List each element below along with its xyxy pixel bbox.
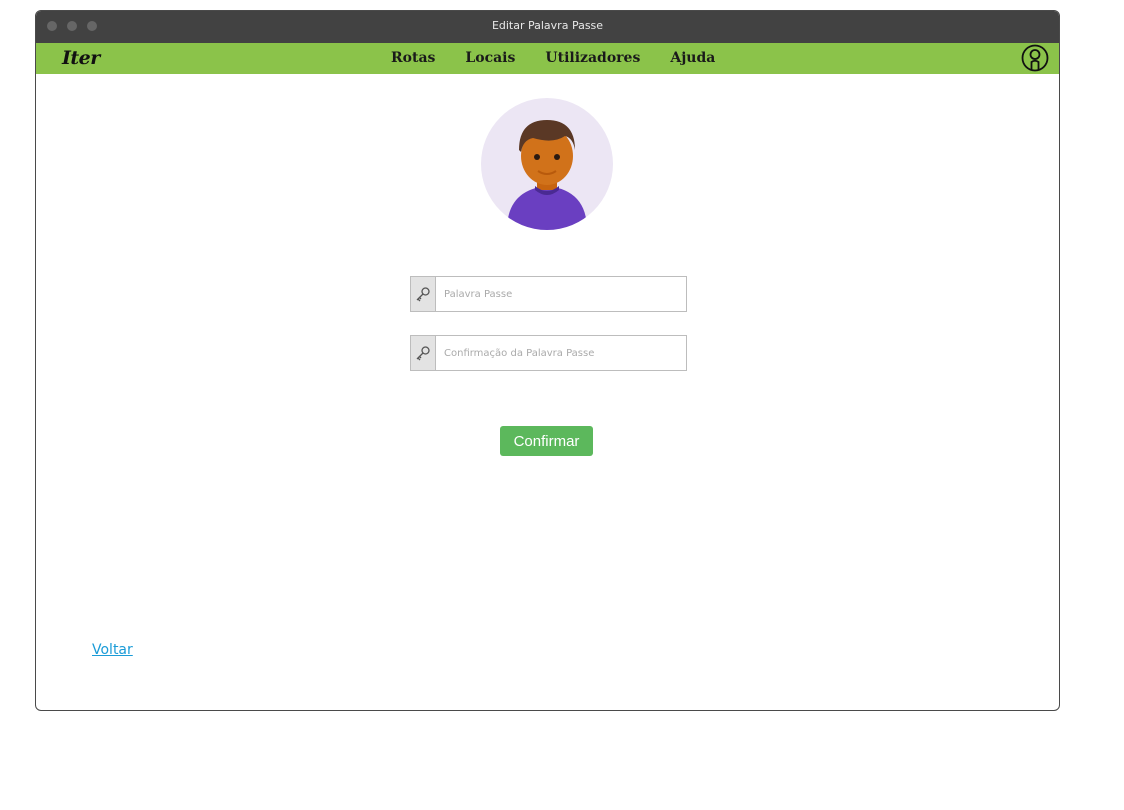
password-input[interactable] bbox=[436, 277, 686, 311]
user-circle-icon[interactable] bbox=[1021, 44, 1049, 72]
top-navbar: Iter Rotas Locais Utilizadores Ajuda bbox=[36, 43, 1059, 74]
password-field bbox=[410, 276, 687, 312]
password-confirm-input[interactable] bbox=[436, 336, 686, 370]
person-avatar-icon bbox=[481, 98, 613, 230]
password-confirm-field bbox=[410, 335, 687, 371]
nav-link-ajuda[interactable]: Ajuda bbox=[670, 50, 715, 66]
key-icon bbox=[411, 336, 436, 370]
app-window: Editar Palavra Passe Iter Rotas Locais U… bbox=[35, 10, 1060, 711]
nav-link-utilizadores[interactable]: Utilizadores bbox=[545, 50, 640, 66]
window-title: Editar Palavra Passe bbox=[491, 19, 604, 32]
key-icon bbox=[411, 277, 436, 311]
nav-link-locais[interactable]: Locais bbox=[465, 50, 515, 66]
app-logo[interactable]: Iter bbox=[62, 47, 100, 69]
back-link[interactable]: Voltar bbox=[92, 642, 133, 658]
title-bar: Editar Palavra Passe bbox=[36, 11, 1059, 43]
main-nav: Rotas Locais Utilizadores Ajuda bbox=[391, 50, 715, 66]
nav-link-rotas[interactable]: Rotas bbox=[391, 50, 435, 66]
confirm-button[interactable]: Confirmar bbox=[500, 426, 593, 456]
